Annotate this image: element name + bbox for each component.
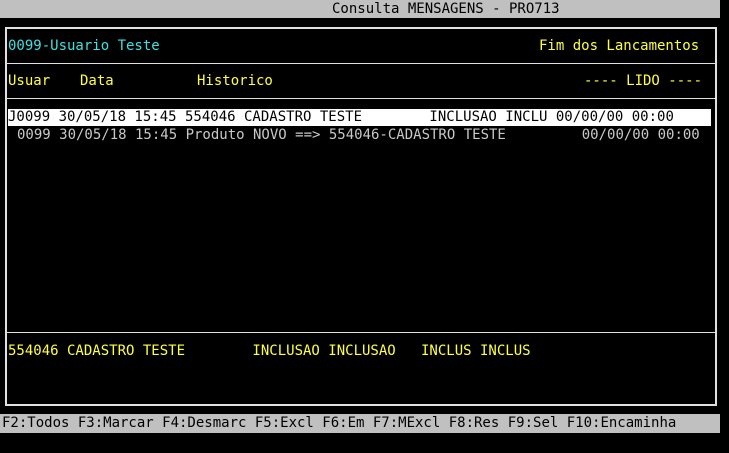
- function-key-bar: F2:Todos F3:Marcar F4:Desmarc F5:Excl F6…: [0, 414, 720, 433]
- window-title: Consulta MENSAGENS - PRO713: [332, 1, 560, 17]
- frame-top-border: [5, 27, 717, 29]
- message-row[interactable]: 0099 30/05/18 15:45 Produto NOVO ==> 554…: [17, 127, 700, 144]
- frame-right-border: [715, 27, 717, 406]
- message-row-text: J0099 30/05/18 15:45 554046 CADASTRO TES…: [8, 109, 674, 125]
- header-divider: [5, 63, 717, 64]
- status-label: Fim dos Lancamentos: [539, 38, 700, 54]
- column-usuar: Usuar: [8, 73, 51, 89]
- current-user-label: 0099-Usuario Teste: [8, 38, 160, 54]
- detail-divider: [5, 332, 717, 333]
- frame-bottom-border: [5, 404, 717, 406]
- message-row-selected[interactable]: J0099 30/05/18 15:45 554046 CADASTRO TES…: [8, 109, 711, 126]
- column-data: Data: [80, 73, 114, 89]
- title-bar: Consulta MENSAGENS - PRO713: [0, 0, 720, 18]
- message-detail: 554046 CADASTRO TESTE INCLUSAO INCLUSAO …: [8, 343, 531, 359]
- function-keys-text[interactable]: F2:Todos F3:Marcar F4:Desmarc F5:Excl F6…: [2, 415, 676, 432]
- frame-left-border: [5, 27, 7, 406]
- column-historico: Historico: [197, 73, 273, 89]
- column-lido: ---- LIDO ----: [584, 73, 703, 89]
- columns-divider: [5, 98, 717, 99]
